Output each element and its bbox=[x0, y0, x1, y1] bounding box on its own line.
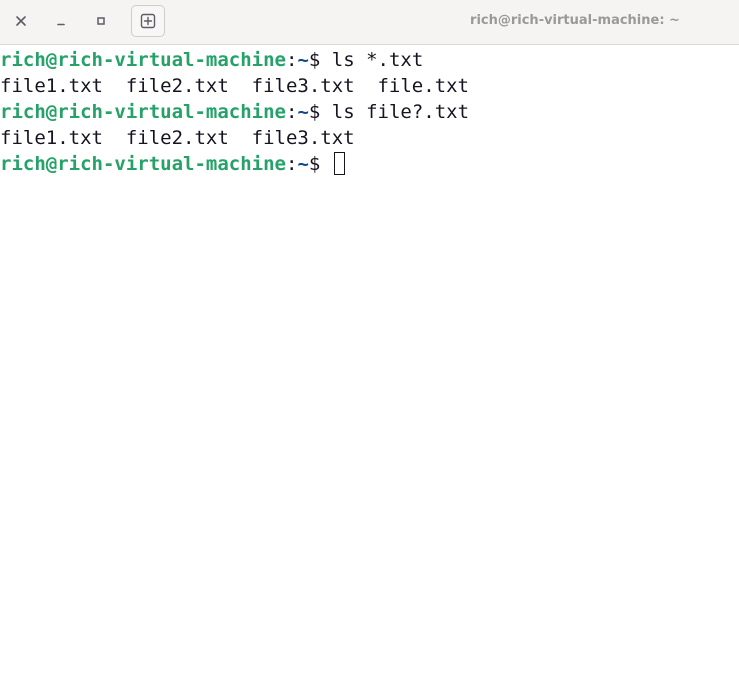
prompt-path: ~ bbox=[297, 153, 309, 175]
prompt-colon: : bbox=[285, 101, 298, 123]
output-line: file1.txt file2.txt file3.txt bbox=[0, 127, 355, 149]
output-line: file1.txt file2.txt file3.txt file.txt bbox=[0, 75, 469, 97]
terminal-window: rich@rich-virtual-machine: ~ rich@rich-v… bbox=[0, 0, 739, 691]
prompt-user: rich@rich-virtual-machine bbox=[0, 49, 286, 71]
prompt-dollar: $ bbox=[308, 153, 332, 175]
prompt-path: ~ bbox=[297, 101, 309, 123]
minimize-icon bbox=[57, 23, 65, 26]
prompt-dollar: $ bbox=[308, 49, 332, 71]
titlebar: rich@rich-virtual-machine: ~ bbox=[0, 0, 739, 45]
new-tab-icon bbox=[140, 13, 156, 29]
terminal-output[interactable]: rich@rich-virtual-machine:~$ ls *.txt fil… bbox=[0, 47, 739, 691]
text-cursor bbox=[333, 152, 345, 175]
close-icon bbox=[16, 16, 26, 26]
prompt-path: ~ bbox=[297, 49, 309, 71]
prompt-dollar: $ bbox=[308, 101, 332, 123]
prompt-line: rich@rich-virtual-machine:~$ ls file?.tx… bbox=[0, 99, 739, 125]
maximize-button[interactable] bbox=[88, 8, 114, 34]
maximize-icon bbox=[97, 17, 105, 25]
prompt-line: rich@rich-virtual-machine:~$ ls *.txt bbox=[0, 47, 739, 73]
prompt-user: rich@rich-virtual-machine bbox=[0, 101, 286, 123]
new-tab-button[interactable] bbox=[131, 5, 165, 37]
prompt-user: rich@rich-virtual-machine bbox=[0, 153, 286, 175]
command-text: ls *.txt bbox=[331, 49, 424, 71]
close-button[interactable] bbox=[8, 8, 34, 34]
window-title: rich@rich-virtual-machine: ~ bbox=[470, 13, 680, 28]
prompt-colon: : bbox=[285, 153, 298, 175]
command-text: ls file?.txt bbox=[331, 101, 470, 123]
minimize-button[interactable] bbox=[48, 8, 74, 34]
prompt-colon: : bbox=[285, 49, 298, 71]
prompt-line: rich@rich-virtual-machine:~$ bbox=[0, 151, 739, 177]
